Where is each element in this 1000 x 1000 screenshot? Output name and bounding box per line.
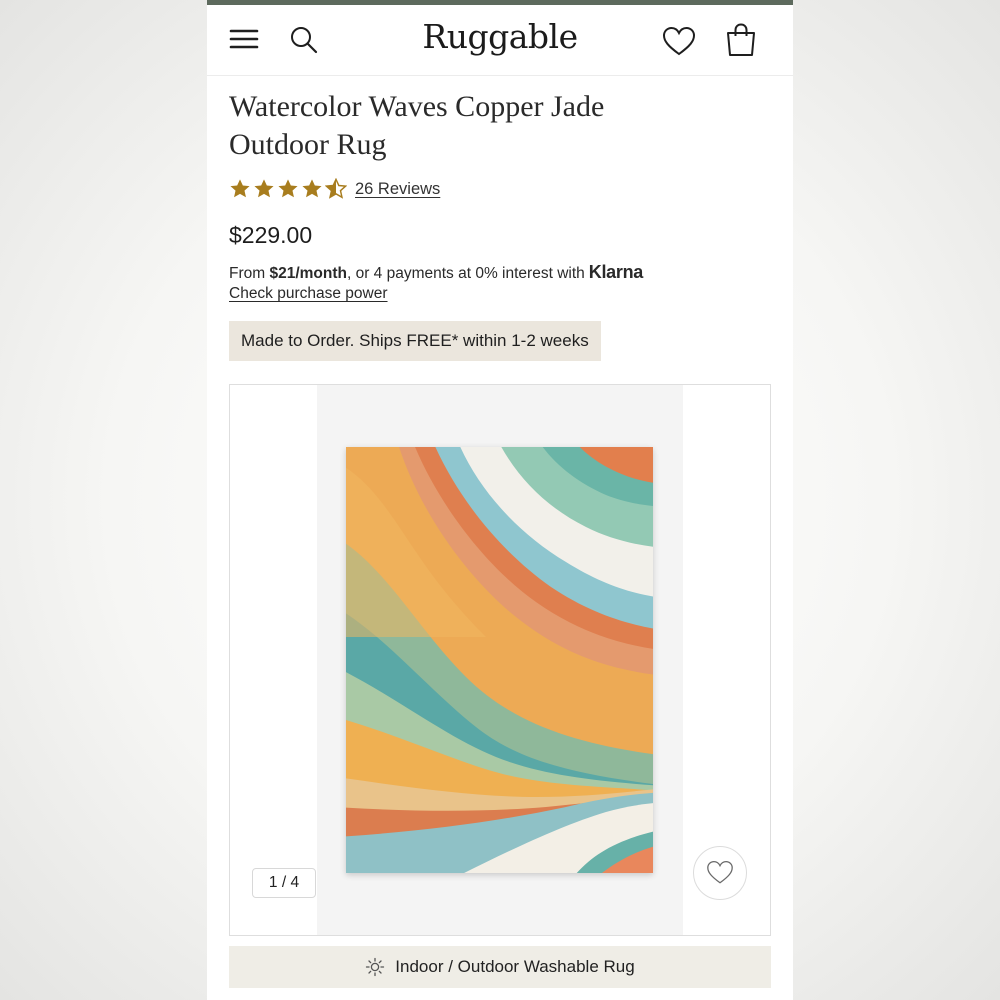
star-icon (254, 179, 274, 198)
rating-row[interactable]: 26 Reviews (229, 176, 440, 202)
rug-image[interactable] (346, 447, 653, 873)
financing-info: From $21/month, or 4 payments at 0% inte… (229, 262, 789, 283)
heart-icon[interactable] (662, 25, 696, 59)
product-title: Watercolor Waves Copper Jade Outdoor Rug (229, 90, 605, 161)
product-price: $229.00 (229, 222, 313, 248)
financing-prefix: From (229, 265, 270, 282)
site-header: Ruggable (207, 5, 793, 76)
image-counter: 1 / 4 (252, 868, 316, 898)
financing-suffix: , or 4 payments at 0% interest with (346, 265, 585, 282)
sun-icon (366, 957, 385, 977)
shopping-bag-icon[interactable] (725, 23, 757, 57)
star-icon (302, 179, 322, 198)
star-icon (230, 179, 250, 198)
half-star-icon (325, 178, 347, 199)
product-page: Ruggable Watercolor Waves Copper Jade Ou… (207, 0, 793, 1000)
reviews-link[interactable]: 26 Reviews (355, 180, 440, 199)
site-logo[interactable]: Ruggable (207, 17, 793, 56)
feature-label: Indoor / Outdoor Washable Rug (395, 957, 635, 976)
favorite-button[interactable] (693, 846, 747, 900)
heart-outline-icon (707, 860, 733, 884)
feature-bar: Indoor / Outdoor Washable Rug (229, 946, 771, 988)
klarna-logo: Klarna (588, 262, 644, 282)
star-icon (278, 179, 298, 198)
star-rating (229, 178, 347, 200)
check-purchase-power-link[interactable]: Check purchase power (229, 285, 388, 303)
shipping-badge: Made to Order. Ships FREE* within 1-2 we… (229, 321, 601, 361)
financing-monthly: $21/month (269, 265, 347, 282)
product-image-gallery[interactable]: 1 / 4 (229, 384, 771, 936)
